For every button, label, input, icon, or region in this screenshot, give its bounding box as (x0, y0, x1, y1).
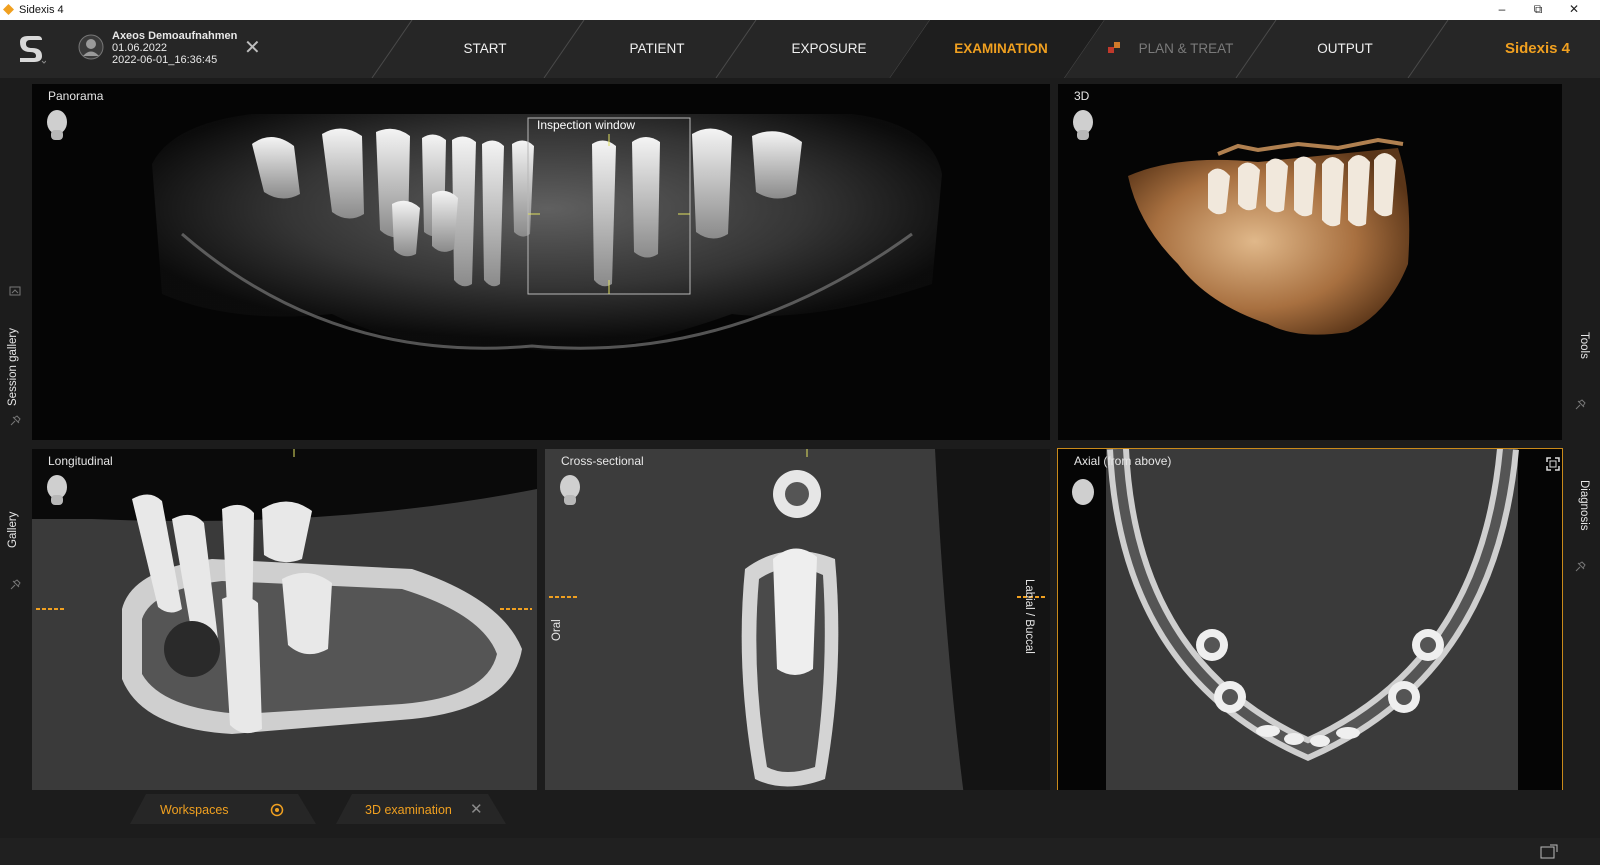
workspaces-settings-icon[interactable] (270, 803, 284, 817)
axial-image[interactable] (1058, 449, 1562, 804)
session-gallery-pin-icon[interactable] (8, 414, 22, 428)
tab-exposure[interactable]: EXPOSURE (764, 20, 894, 78)
3d-view[interactable]: 3D (1058, 84, 1562, 440)
app-icon (3, 4, 14, 15)
tab-examination[interactable]: EXAMINATION (936, 20, 1066, 78)
close-tab-icon[interactable]: ✕ (470, 802, 483, 818)
inspection-window-label: Inspection window (537, 118, 636, 132)
tab-patient[interactable]: PATIENT (592, 20, 722, 78)
status-bar (0, 838, 1600, 865)
gallery-tab[interactable]: Gallery (7, 512, 19, 548)
panorama-image[interactable] (32, 84, 1050, 440)
oral-orientation-label: Oral (551, 619, 563, 641)
head-orientation-icon[interactable] (557, 473, 583, 507)
cross-sectional-label: Cross-sectional (561, 454, 644, 468)
bottom-tab-shapes (130, 794, 506, 824)
head-orientation-icon[interactable] (1070, 475, 1096, 509)
longitudinal-view[interactable]: Longitudinal (32, 449, 537, 804)
panorama-view[interactable]: Panorama Inspection window (32, 84, 1050, 440)
tab-output[interactable]: OUTPUT (1280, 20, 1410, 78)
panorama-label: Panorama (48, 89, 104, 103)
cross-sectional-image[interactable] (545, 449, 1050, 804)
window-title: Sidexis 4 (19, 4, 64, 16)
longitudinal-image[interactable] (32, 449, 537, 804)
longitudinal-label: Longitudinal (48, 454, 113, 468)
tools-tab[interactable]: Tools (1578, 332, 1590, 359)
maximize-view-icon[interactable] (1546, 457, 1560, 471)
tab-start[interactable]: START (420, 20, 550, 78)
head-orientation-icon[interactable] (44, 473, 70, 507)
screen-capture-icon[interactable] (1540, 844, 1558, 860)
axial-label: Axial (from above) (1074, 454, 1172, 468)
close-window-button[interactable]: ✕ (1556, 0, 1592, 20)
labial-buccal-orientation-label: Labial / Buccal (1023, 579, 1035, 654)
plan-treat-icon (1108, 42, 1120, 53)
head-orientation-icon[interactable] (1070, 108, 1096, 142)
right-sidebar: Tools Diagnosis (1564, 78, 1596, 838)
diagnosis-tab[interactable]: Diagnosis (1578, 480, 1590, 531)
3d-examination-tab[interactable]: 3D examination (365, 796, 452, 824)
head-orientation-icon[interactable] (44, 108, 70, 142)
main-navigation: Axeos Demoaufnahmen 01.06.2022 2022-06-0… (0, 20, 1600, 78)
3d-volume-render[interactable] (1058, 84, 1562, 440)
restore-button[interactable]: ⧉ (1520, 0, 1556, 20)
workspaces-tab[interactable]: Workspaces (160, 796, 229, 824)
tab-plan-treat[interactable]: PLAN & TREAT (1126, 20, 1246, 78)
brand-label: Sidexis 4 (1504, 40, 1570, 57)
session-gallery-icon[interactable] (8, 284, 22, 298)
left-sidebar: Session gallery Gallery (0, 78, 30, 838)
window-titlebar: Sidexis 4 – ⧉ ✕ (0, 0, 1600, 20)
gallery-pin-icon[interactable] (8, 578, 22, 592)
3d-label: 3D (1074, 89, 1090, 103)
minimize-button[interactable]: – (1484, 0, 1520, 20)
tools-pin-icon[interactable] (1573, 398, 1587, 412)
diagnosis-pin-icon[interactable] (1573, 560, 1587, 574)
session-gallery-tab[interactable]: Session gallery (7, 328, 19, 406)
axial-view[interactable]: Axial (from above) (1057, 448, 1563, 805)
cross-sectional-view[interactable]: Cross-sectional Oral Labial / Buccal (545, 449, 1050, 804)
